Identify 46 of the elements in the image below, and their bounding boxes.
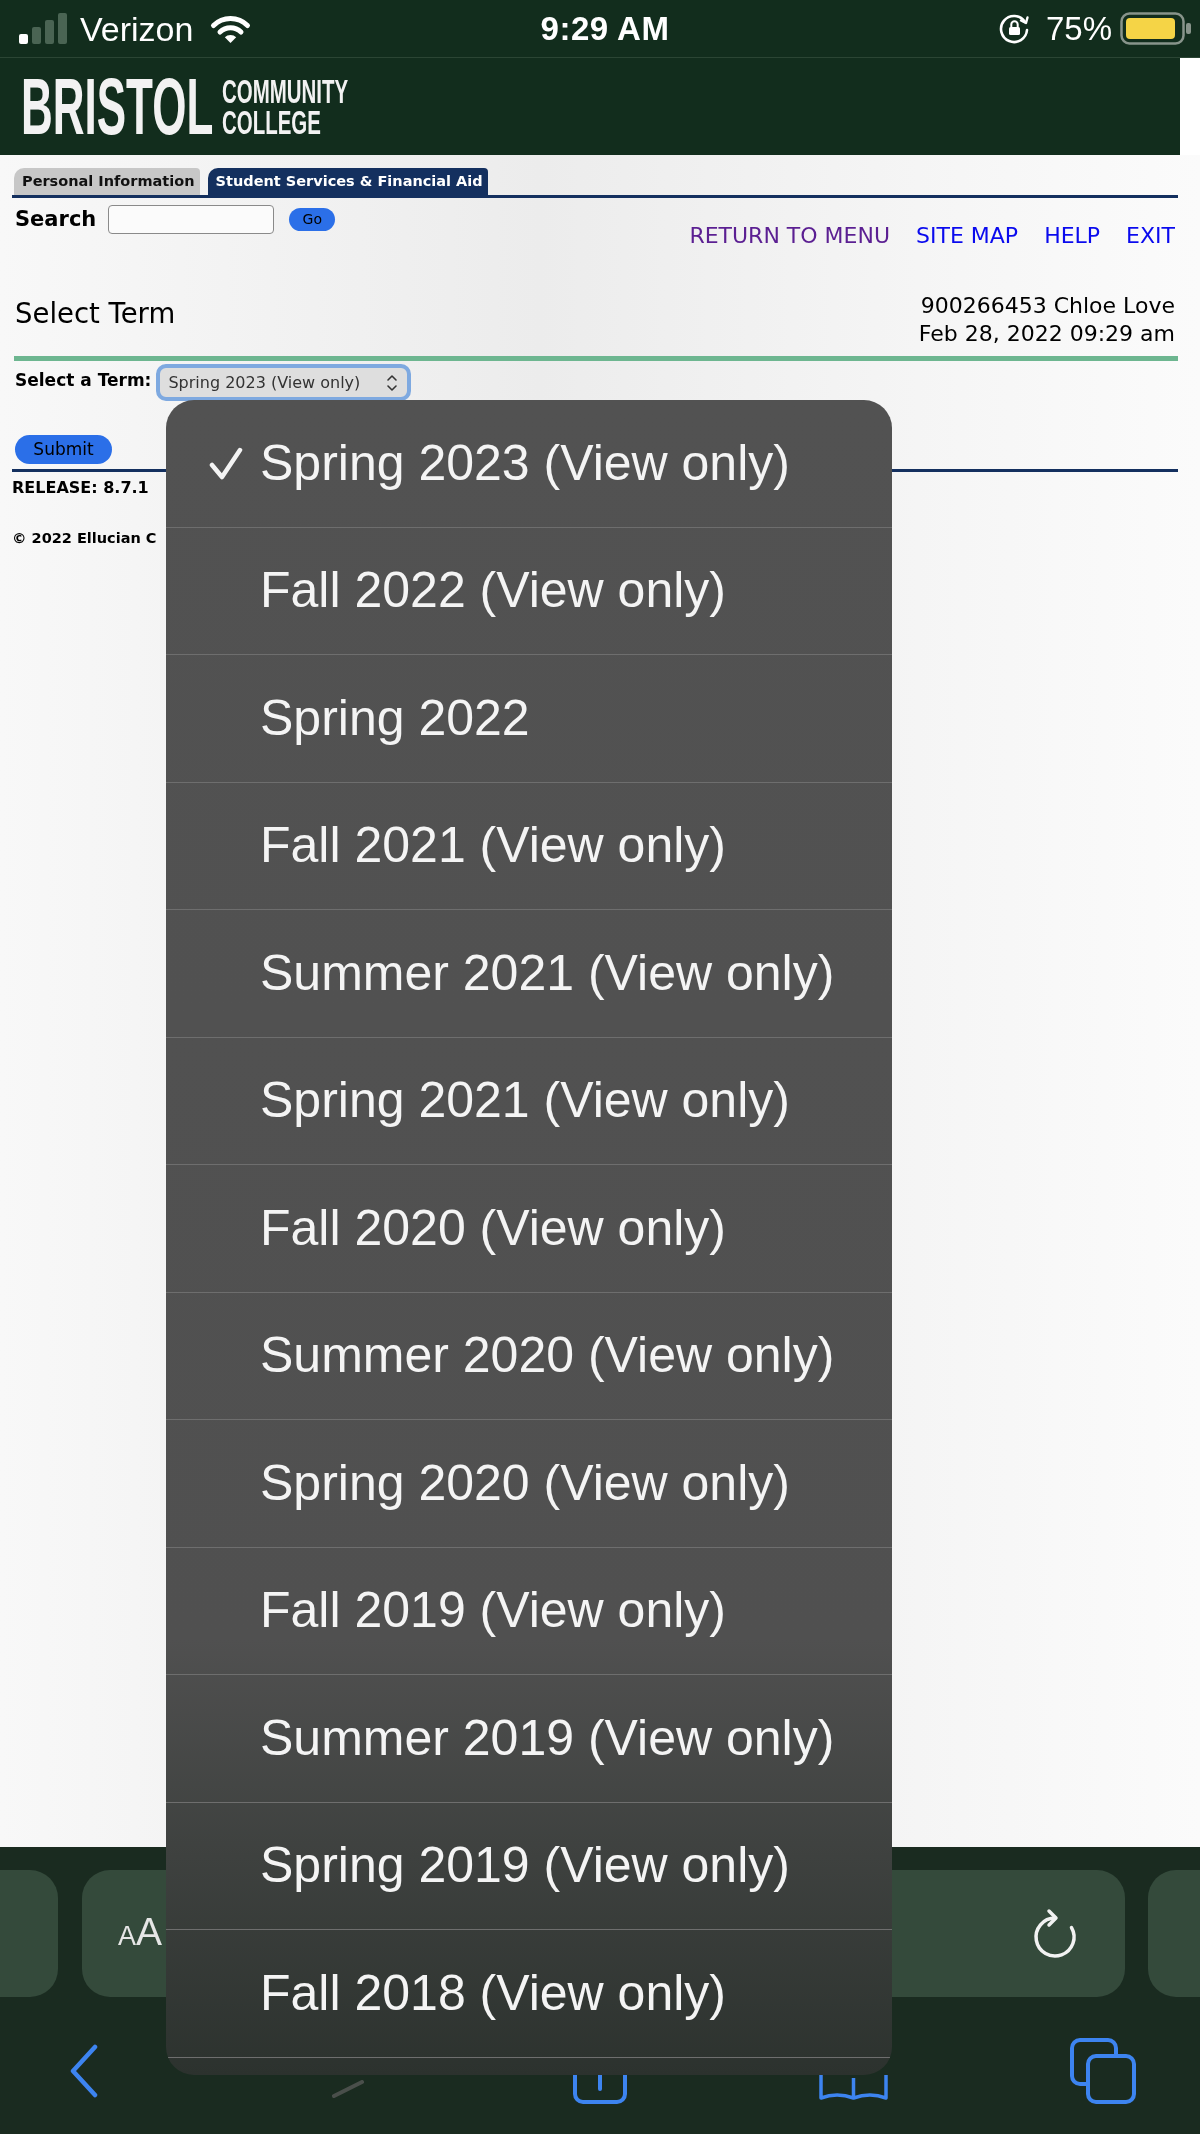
term-label: Select a Term: [15, 369, 152, 391]
menu-link[interactable]: RETURN TO MENU [689, 223, 891, 249]
term-option[interactable]: Spring 2021 (View only) [166, 1037, 892, 1165]
menu-link[interactable]: SITE MAP [916, 223, 1019, 249]
rotation-lock-icon [998, 13, 1030, 44]
term-option[interactable]: Spring 2022 [166, 655, 892, 783]
term-select[interactable]: Spring 2023 (View only) [156, 364, 412, 401]
release-version: RELEASE: 8.7.1 [12, 478, 149, 498]
search-field[interactable] [108, 205, 275, 234]
share-icon[interactable] [573, 2075, 627, 2104]
term-option[interactable]: Fall 2022 (View only) [166, 527, 892, 655]
search-label: Search [15, 206, 97, 233]
term-option[interactable]: Fall 2021 (View only) [166, 782, 892, 910]
logo-tagline: COLLEGE [221, 107, 322, 138]
signal-bars-icon [19, 13, 67, 44]
term-option[interactable]: Fall 2018 (View only) [166, 1930, 892, 2058]
tabs-icon[interactable] [1070, 2038, 1136, 2104]
term-option[interactable]: Spring 2019 (View only) [166, 1802, 892, 1930]
logo-tagline: COMMUNITY [221, 76, 348, 107]
go-button[interactable]: Go [289, 208, 336, 231]
term-option[interactable]: Summer 2021 (View only) [166, 910, 892, 1038]
menu-link[interactable]: EXIT [1126, 223, 1175, 249]
clock-time: 9:29 AM [540, 8, 670, 49]
wifi-icon [209, 13, 253, 44]
carrier-name: Verizon [80, 8, 194, 49]
reload-icon[interactable] [1032, 1907, 1078, 1960]
nav-tab[interactable]: Personal Information [14, 168, 200, 195]
user-id-name: 900266453 Chloe Love [919, 292, 1175, 320]
term-option[interactable]: Fall 2020 (View only) [166, 1165, 892, 1293]
copyright-notice: © 2022 Ellucian C [12, 529, 157, 548]
date-time: Feb 28, 2022 09:29 am [918, 320, 1175, 348]
term-option[interactable]: Spring 2023 (View only) [166, 400, 892, 528]
battery-percent: 75% [1045, 8, 1112, 49]
term-option[interactable]: Fall 2019 (View only) [166, 1547, 892, 1675]
submit-button[interactable]: Submit [15, 435, 112, 464]
term-option[interactable]: Summer 2020 (View only) [166, 1292, 892, 1420]
updown-chevron-icon [386, 373, 399, 392]
logo-wordmark: BRISTOL [21, 67, 214, 147]
text-size-button[interactable]: AA [118, 1909, 163, 1958]
term-option[interactable]: Spring 2020 (View only) [166, 1420, 892, 1548]
term-option[interactable]: Summer 2019 (View only) [166, 1675, 892, 1803]
page-title: Select Term [15, 297, 176, 329]
battery-icon [1120, 12, 1191, 45]
book-icon[interactable] [819, 2075, 888, 2101]
nav-tab[interactable]: Student Services & Financial Aid [207, 168, 488, 195]
menu-link[interactable]: HELP [1044, 223, 1101, 249]
